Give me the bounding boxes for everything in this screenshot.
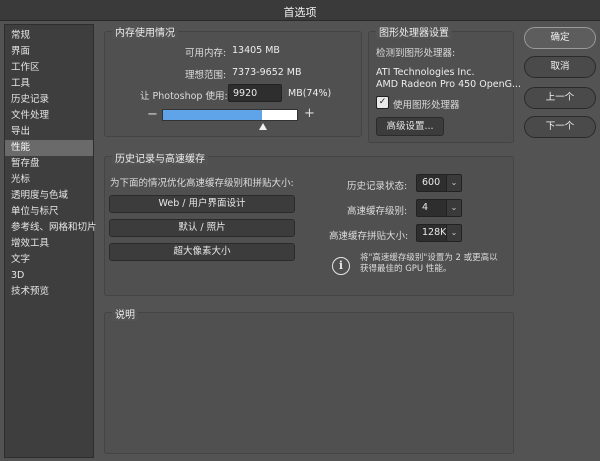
sidebar-item-history-log[interactable]: 历史记录 xyxy=(5,92,93,108)
sidebar-item-workspace[interactable]: 工作区 xyxy=(5,60,93,76)
sidebar-item-interface[interactable]: 界面 xyxy=(5,44,93,60)
next-button[interactable]: 下一个 xyxy=(524,116,596,138)
memory-plus-icon[interactable]: + xyxy=(304,106,315,121)
web-ui-design-button[interactable]: Web / 用户界面设计 xyxy=(109,195,295,213)
sidebar-item-performance[interactable]: 性能 xyxy=(5,140,93,156)
ideal-range-label: 理想范围: xyxy=(185,70,227,81)
cache-levels-label: 高速缓存级别: xyxy=(347,206,408,217)
title-bar: 首选项 xyxy=(0,0,600,21)
gpu-settings-title: 图形处理器设置 xyxy=(376,24,452,39)
chevron-down-icon: ⌄ xyxy=(446,175,461,191)
gpu-advanced-settings-button[interactable]: 高级设置... xyxy=(376,117,444,136)
sidebar-item-type[interactable]: 文字 xyxy=(5,252,93,268)
memory-allocation-input[interactable]: 9920 xyxy=(228,84,282,102)
cache-levels-select[interactable]: 4 ⌄ xyxy=(416,199,462,217)
chevron-down-icon: ⌄ xyxy=(446,225,461,241)
let-photoshop-use-label: 让 Photoshop 使用: xyxy=(140,91,228,102)
previous-button[interactable]: 上一个 xyxy=(524,87,596,109)
use-gpu-label[interactable]: 使用图形处理器 xyxy=(393,97,460,111)
sidebar-item-plugins[interactable]: 增效工具 xyxy=(5,236,93,252)
ok-button[interactable]: 确定 xyxy=(524,27,596,49)
memory-slider-track[interactable] xyxy=(162,109,298,121)
use-gpu-checkbox[interactable]: ✓ xyxy=(376,96,389,109)
sidebar-item-tools[interactable]: 工具 xyxy=(5,76,93,92)
history-cache-title: 历史记录与高速缓存 xyxy=(112,150,208,165)
gpu-detected-label: 检测到图形处理器: xyxy=(376,48,456,59)
gpu-model: AMD Radeon Pro 450 OpenG... xyxy=(376,79,522,90)
memory-usage-title: 内存使用情况 xyxy=(112,24,178,39)
sidebar-item-export[interactable]: 导出 xyxy=(5,124,93,140)
history-states-label: 历史记录状态: xyxy=(347,181,408,192)
default-photos-button[interactable]: 默认 / 照片 xyxy=(109,219,295,237)
sidebar-list: 常规 界面 工作区 工具 历史记录 文件处理 导出 性能 暂存盘 光标 透明度与… xyxy=(5,28,97,300)
sidebar-item-units-rulers[interactable]: 单位与标尺 xyxy=(5,204,93,220)
sidebar: 常规 界面 工作区 工具 历史记录 文件处理 导出 性能 暂存盘 光标 透明度与… xyxy=(4,24,97,458)
description-title: 说明 xyxy=(112,306,138,321)
sidebar-item-general[interactable]: 常规 xyxy=(5,28,93,44)
ideal-range-value: 7373-9652 MB xyxy=(232,67,302,78)
sidebar-item-file-handling[interactable]: 文件处理 xyxy=(5,108,93,124)
memory-unit-percent: MB(74%) xyxy=(288,88,332,99)
sidebar-item-guides-grid-slices[interactable]: 参考线、网格和切片 xyxy=(5,220,97,236)
cancel-button[interactable]: 取消 xyxy=(524,56,596,78)
chevron-down-icon: ⌄ xyxy=(446,200,461,216)
history-states-value: 600 xyxy=(422,177,441,188)
window-title: 首选项 xyxy=(283,6,317,19)
available-memory-value: 13405 MB xyxy=(232,45,280,56)
sidebar-item-scratch-disks[interactable]: 暂存盘 xyxy=(5,156,93,172)
sidebar-item-transparency-gamut[interactable]: 透明度与色域 xyxy=(5,188,93,204)
cache-tile-size-label: 高速缓存拼贴大小: xyxy=(329,231,409,242)
sidebar-item-cursors[interactable]: 光标 xyxy=(5,172,93,188)
available-memory-label: 可用内存: xyxy=(185,48,227,59)
cache-tile-size-value: 128K xyxy=(422,227,447,238)
optimize-for-label: 为下面的情况优化高速缓存级别和拼贴大小: xyxy=(110,178,294,189)
memory-slider-fill xyxy=(163,110,263,120)
cache-info-text-line2: 获得最佳的 GPU 性能。 xyxy=(360,264,452,274)
memory-slider-handle-icon[interactable] xyxy=(258,123,267,130)
sidebar-item-technology-previews[interactable]: 技术预览 xyxy=(5,284,93,300)
gpu-vendor: ATI Technologies Inc. xyxy=(376,67,475,78)
description-panel xyxy=(104,312,514,454)
info-icon: i xyxy=(332,257,350,275)
sidebar-item-3d[interactable]: 3D xyxy=(5,268,93,284)
memory-minus-icon[interactable]: − xyxy=(147,107,158,122)
huge-pixel-dimensions-button[interactable]: 超大像素大小 xyxy=(109,243,295,261)
cache-tile-size-select[interactable]: 128K ⌄ xyxy=(416,224,462,242)
cache-levels-value: 4 xyxy=(422,202,429,213)
history-states-select[interactable]: 600 ⌄ xyxy=(416,174,462,192)
